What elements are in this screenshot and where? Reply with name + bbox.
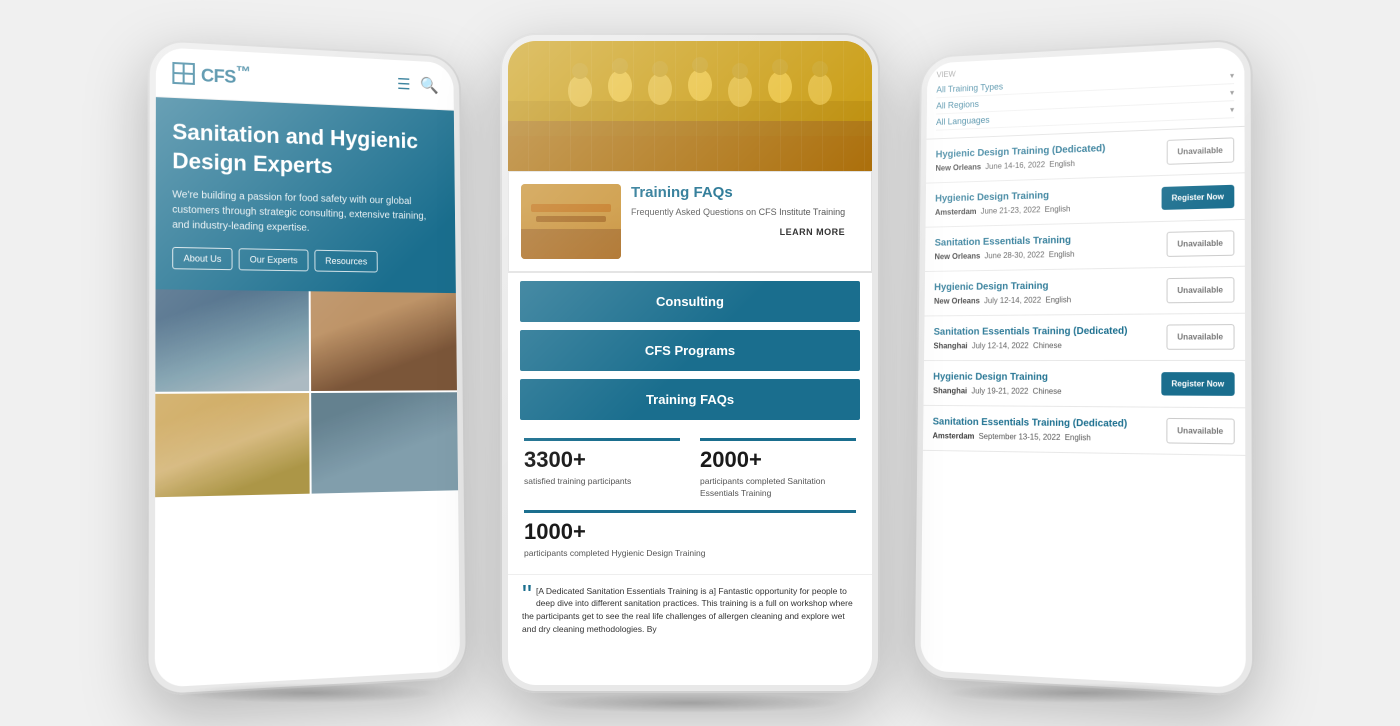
d2-quote: " [A Dedicated Sanitation Essentials Tra… — [508, 574, 872, 646]
d1-photo-2 — [311, 291, 457, 391]
training-list-item: Hygienic Design Training Amsterdam June … — [926, 173, 1245, 227]
stat-3-number: 1000+ — [524, 510, 856, 545]
filter-3-arrow-icon: ▾ — [1230, 105, 1234, 114]
stat-3-label: participants completed Hygienic Design T… — [524, 548, 856, 560]
cfs-programs-button[interactable]: CFS Programs — [520, 330, 860, 371]
cfs-grid-icon — [172, 61, 194, 84]
device-3: VIEW All Training Types ▾ All Regions ▾ … — [913, 38, 1255, 697]
training-title-4: Sanitation Essentials Training (Dedicate… — [934, 325, 1166, 339]
training-list-item: Hygienic Design Training Shanghai July 1… — [923, 361, 1245, 408]
d3-training-list: Hygienic Design Training (Dedicated) New… — [920, 127, 1245, 689]
training-action-btn-6[interactable]: Unavailable — [1166, 418, 1235, 444]
training-info-3: Hygienic Design Training New Orleans Jul… — [934, 278, 1166, 306]
filter-2-arrow-icon: ▾ — [1230, 88, 1234, 97]
d3-filters: VIEW All Training Types ▾ All Regions ▾ … — [927, 47, 1245, 140]
training-faqs-button[interactable]: Training FAQs — [520, 379, 860, 420]
d1-nav-icons: ☰ 🔍 — [397, 74, 439, 95]
consulting-button[interactable]: Consulting — [520, 281, 860, 322]
stat-3: 1000+ participants completed Hygienic De… — [524, 510, 856, 560]
cfs-logo: CFS™ — [172, 60, 250, 89]
learn-more-link[interactable]: LEARN MORE — [631, 227, 845, 237]
d1-hero: Sanitation and Hygienic Design Experts W… — [156, 97, 456, 293]
stat-2: 2000+ participants completed Sanitation … — [700, 438, 856, 500]
stat-1: 3300+ satisfied training participants — [524, 438, 680, 500]
d1-photo-4 — [311, 392, 458, 493]
training-meta-2: New Orleans June 28-30, 2022 English — [934, 248, 1166, 261]
training-action-btn-4[interactable]: Unavailable — [1166, 324, 1235, 350]
stat-1-label: satisfied training participants — [524, 476, 680, 488]
device-2-wrapper: Training FAQs Frequently Asked Questions… — [500, 33, 880, 693]
training-title-3: Hygienic Design Training — [934, 278, 1166, 294]
scene: CFS™ ☰ 🔍 Sanitation and Hygienic Design … — [25, 13, 1375, 713]
training-info-6: Sanitation Essentials Training (Dedicate… — [932, 416, 1165, 444]
filter-3-value: All Languages — [936, 115, 990, 127]
training-title-2: Sanitation Essentials Training — [935, 232, 1167, 250]
filter-2-value: All Regions — [936, 99, 979, 111]
search-icon[interactable]: 🔍 — [420, 75, 439, 95]
training-meta-6: Amsterdam September 13-15, 2022 English — [932, 431, 1165, 443]
training-title-6: Sanitation Essentials Training (Dedicate… — [933, 416, 1166, 431]
training-action-btn-3[interactable]: Unavailable — [1166, 277, 1234, 303]
training-meta-5: Shanghai July 19-21, 2022 Chinese — [933, 386, 1161, 396]
cfs-logo-text: CFS™ — [201, 61, 250, 88]
d1-buttons: About Us Our Experts Resources — [172, 247, 440, 274]
training-info-5: Hygienic Design Training Shanghai July 1… — [933, 371, 1161, 397]
faqs-desc: Frequently Asked Questions on CFS Instit… — [631, 206, 845, 219]
training-list-item: Sanitation Essentials Training New Orlea… — [925, 220, 1245, 272]
training-info-4: Sanitation Essentials Training (Dedicate… — [933, 325, 1166, 351]
quote-mark-icon: " — [522, 581, 532, 609]
training-list-item: Sanitation Essentials Training (Dedicate… — [924, 314, 1245, 361]
training-action-btn-1[interactable]: Register Now — [1161, 185, 1234, 210]
d2-training-image — [508, 41, 872, 171]
faqs-title: Training FAQs — [631, 184, 845, 201]
our-experts-button[interactable]: Our Experts — [239, 248, 309, 271]
resources-button[interactable]: Resources — [314, 250, 377, 273]
d2-faqs-card: Training FAQs Frequently Asked Questions… — [508, 171, 872, 272]
device-1-wrapper: CFS™ ☰ 🔍 Sanitation and Hygienic Design … — [150, 43, 470, 683]
training-info-0: Hygienic Design Training (Dedicated) New… — [935, 140, 1166, 173]
quote-text: [A Dedicated Sanitation Essentials Train… — [522, 586, 853, 634]
d2-faqs-image — [521, 184, 621, 259]
d2-faqs-content: Training FAQs Frequently Asked Questions… — [631, 184, 845, 259]
hamburger-icon[interactable]: ☰ — [397, 74, 411, 94]
training-action-btn-0[interactable]: Unavailable — [1166, 137, 1234, 165]
training-list-item: Sanitation Essentials Training (Dedicate… — [923, 406, 1245, 456]
stat-2-label: participants completed Sanitation Essent… — [700, 476, 856, 500]
hero-title: Sanitation and Hygienic Design Experts — [172, 118, 439, 184]
d1-photos — [155, 290, 458, 500]
about-us-button[interactable]: About Us — [172, 247, 232, 270]
training-list-item: Hygienic Design Training New Orleans Jul… — [925, 267, 1245, 317]
d1-photo-1 — [155, 290, 309, 392]
training-action-btn-2[interactable]: Unavailable — [1166, 230, 1234, 257]
d2-stats: 3300+ satisfied training participants 20… — [508, 424, 872, 574]
d2-separator — [508, 272, 872, 273]
hero-body: We're building a passion for food safety… — [172, 187, 440, 238]
training-info-1: Hygienic Design Training Amsterdam June … — [935, 186, 1161, 217]
stat-2-number: 2000+ — [700, 438, 856, 473]
training-action-btn-5[interactable]: Register Now — [1161, 372, 1234, 396]
filter-1-arrow-icon: ▾ — [1230, 71, 1234, 80]
training-title-5: Hygienic Design Training — [933, 371, 1161, 385]
training-meta-3: New Orleans July 12-14, 2022 English — [934, 294, 1166, 305]
device-1: CFS™ ☰ 🔍 Sanitation and Hygienic Design … — [146, 39, 467, 697]
device-2: Training FAQs Frequently Asked Questions… — [500, 33, 880, 693]
filter-1-value: All Training Types — [936, 82, 1003, 95]
training-meta-4: Shanghai July 12-14, 2022 Chinese — [933, 341, 1166, 351]
device-3-wrapper: VIEW All Training Types ▾ All Regions ▾ … — [910, 43, 1250, 683]
d1-photo-3 — [155, 393, 309, 497]
stat-1-number: 3300+ — [524, 438, 680, 473]
training-info-2: Sanitation Essentials Training New Orlea… — [934, 232, 1166, 261]
